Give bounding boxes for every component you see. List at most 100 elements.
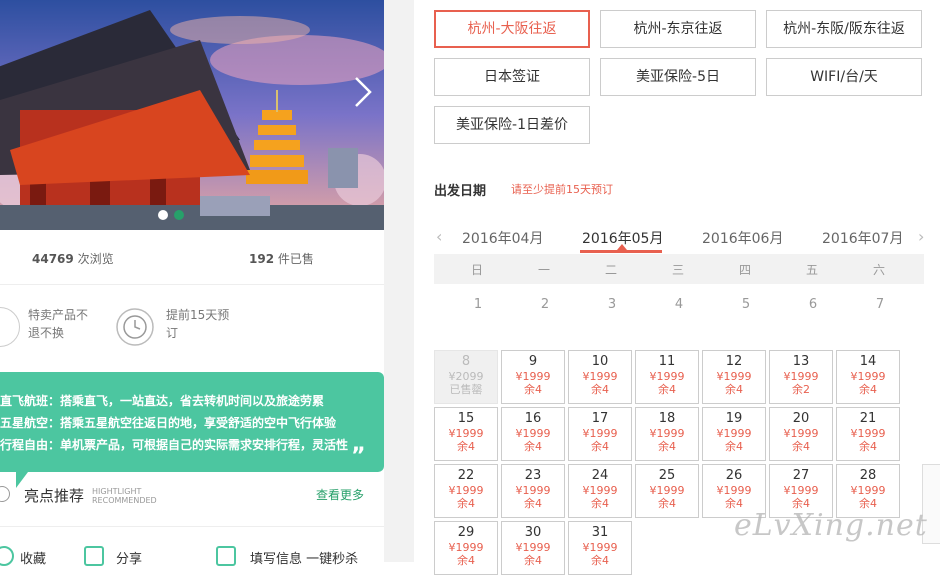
option-hangzhou-tokyo-osaka[interactable]: 杭州-东阪/阪东往返	[766, 10, 922, 48]
watermark: eLvXing.net	[734, 508, 928, 543]
day-number: 8	[461, 354, 471, 369]
day-number: 25	[658, 468, 676, 483]
day-price: ¥1999	[448, 484, 484, 497]
highlights-box: 直飞航班：搭乘直飞，一站直达，省去转机时间以及旅途劳累 五星航空：搭乘五星航空往…	[0, 372, 384, 472]
calendar-day[interactable]: 20 ¥1999 余4	[769, 407, 833, 461]
calendar-day[interactable]: 29 ¥1999 余4	[434, 521, 498, 575]
calendar-day[interactable]: 23 ¥1999 余4	[501, 464, 565, 518]
day-price: ¥1999	[783, 427, 819, 440]
heart-icon[interactable]	[0, 546, 14, 566]
share-button[interactable]: 分享	[116, 548, 142, 567]
calendar-day-empty: 6	[808, 297, 818, 312]
collect-button[interactable]: 收藏	[20, 548, 46, 567]
option-hangzhou-tokyo[interactable]: 杭州-东京往返	[600, 10, 756, 48]
option-insurance-5day[interactable]: 美亚保险-5日	[600, 58, 756, 96]
option-wifi[interactable]: WIFI/台/天	[766, 58, 922, 96]
month-tab[interactable]: 2016年07月	[822, 228, 903, 248]
option-japan-visa[interactable]: 日本签证	[434, 58, 590, 96]
tag-icon	[0, 307, 20, 347]
prev-month-icon[interactable]: ‹	[436, 227, 442, 246]
highlight-line: 行程自由：单机票产品，可根据自己的实际需求安排行程，灵活性	[0, 438, 349, 452]
day-number: 24	[591, 468, 609, 483]
day-stock: 余4	[457, 554, 475, 567]
divider-line	[0, 284, 384, 285]
day-number: 28	[859, 468, 877, 483]
day-stock: 余4	[524, 554, 542, 567]
day-price: ¥1999	[515, 541, 551, 554]
day-number: 19	[725, 411, 743, 426]
option-insurance-1day[interactable]: 美亚保险-1日差价	[434, 106, 590, 144]
calendar-day[interactable]: 30 ¥1999 余4	[501, 521, 565, 575]
calendar-day-empty: 3	[607, 297, 617, 312]
edit-icon[interactable]	[216, 546, 236, 566]
divider-line	[0, 526, 384, 527]
share-icon[interactable]	[84, 546, 104, 566]
calendar-day[interactable]: 10 ¥1999 余4	[568, 350, 632, 404]
temple-photo	[0, 0, 384, 230]
weekday: 六	[872, 263, 885, 277]
day-price: ¥1999	[649, 484, 685, 497]
weekday: 四	[738, 263, 751, 277]
weekday: 一	[537, 263, 550, 277]
calendar-day[interactable]: 11 ¥1999 余4	[635, 350, 699, 404]
calendar-day[interactable]: 17 ¥1999 余4	[568, 407, 632, 461]
carousel-dot[interactable]	[158, 210, 168, 220]
day-stock: 余4	[524, 440, 542, 453]
day-number: 10	[591, 354, 609, 369]
month-tab[interactable]: 2016年06月	[702, 228, 783, 248]
calendar-day[interactable]: 25 ¥1999 余4	[635, 464, 699, 518]
day-price: ¥1999	[582, 541, 618, 554]
product-panel: 44769 次浏览 192 件已售 特卖产品不退不换 提前15天预订 直飞航班：…	[0, 0, 384, 567]
day-price: ¥1999	[716, 370, 752, 383]
highlight-subtitle: HIGHTLIGHT RECOMMENDED	[92, 487, 172, 505]
option-hangzhou-osaka[interactable]: 杭州-大阪往返	[434, 10, 590, 48]
highlight-sub-line2: RECOMMENDED	[92, 496, 157, 505]
day-price: ¥1999	[850, 427, 886, 440]
calendar-day[interactable]: 15 ¥1999 余4	[434, 407, 498, 461]
day-stock: 已售罄	[449, 383, 483, 396]
sold-label: 件已售	[277, 252, 314, 266]
calendar-day[interactable]: 21 ¥1999 余4	[836, 407, 900, 461]
advance-note: 请至少提前15天预订	[511, 183, 613, 196]
hero-carousel[interactable]	[0, 0, 384, 230]
calendar-day[interactable]: 12 ¥1999 余4	[702, 350, 766, 404]
day-price: ¥1999	[716, 484, 752, 497]
day-price: ¥1999	[515, 427, 551, 440]
day-number: 21	[859, 411, 877, 426]
weekday: 五	[805, 263, 818, 277]
calendar-day[interactable]: 14 ¥1999 余4	[836, 350, 900, 404]
calendar-day[interactable]: 9 ¥1999 余4	[501, 350, 565, 404]
day-number: 11	[658, 354, 676, 369]
calendar-day[interactable]: 16 ¥1999 余4	[501, 407, 565, 461]
day-stock: 余4	[524, 383, 542, 396]
departure-date-label: 出发日期	[434, 184, 487, 199]
weekday: 日	[470, 263, 483, 277]
day-stock: 余4	[658, 440, 676, 453]
advance-booking-note: 提前15天预订	[166, 308, 230, 340]
calendar-day[interactable]: 13 ¥1999 余2	[769, 350, 833, 404]
day-number: 16	[524, 411, 542, 426]
day-price: ¥1999	[649, 370, 685, 383]
fill-info-button[interactable]: 填写信息 一键秒杀	[250, 548, 358, 567]
calendar-day[interactable]: 18 ¥1999 余4	[635, 407, 699, 461]
see-more-link[interactable]: 查看更多	[316, 486, 364, 503]
day-stock: 余4	[591, 554, 609, 567]
calendar-day[interactable]: 22 ¥1999 余4	[434, 464, 498, 518]
sold-count: 192	[249, 252, 275, 266]
day-number: 14	[859, 354, 877, 369]
calendar-day[interactable]: 31 ¥1999 余4	[568, 521, 632, 575]
day-number: 12	[725, 354, 743, 369]
carousel-dot-active[interactable]	[174, 210, 184, 220]
caret-up-icon	[617, 244, 627, 250]
day-price: ¥1999	[582, 484, 618, 497]
calendar-day[interactable]: 24 ¥1999 余4	[568, 464, 632, 518]
month-tab[interactable]: 2016年04月	[462, 228, 543, 248]
day-number: 17	[591, 411, 609, 426]
calendar-day[interactable]: 19 ¥1999 余4	[702, 407, 766, 461]
carousel-next-icon[interactable]	[350, 74, 374, 110]
day-stock: 余4	[658, 383, 676, 396]
calendar-day-empty: 1	[473, 297, 483, 312]
day-stock: 余4	[658, 497, 676, 510]
next-month-icon[interactable]: ›	[918, 227, 924, 246]
day-price: ¥1999	[783, 484, 819, 497]
